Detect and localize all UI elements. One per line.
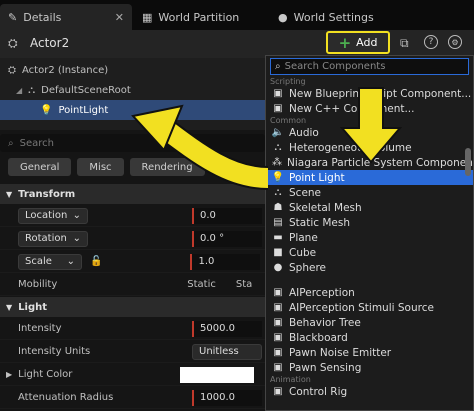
arrow-down-annotation bbox=[339, 87, 403, 164]
annotation-arrows bbox=[131, 87, 403, 190]
arrow-curved-annotation bbox=[131, 104, 269, 190]
